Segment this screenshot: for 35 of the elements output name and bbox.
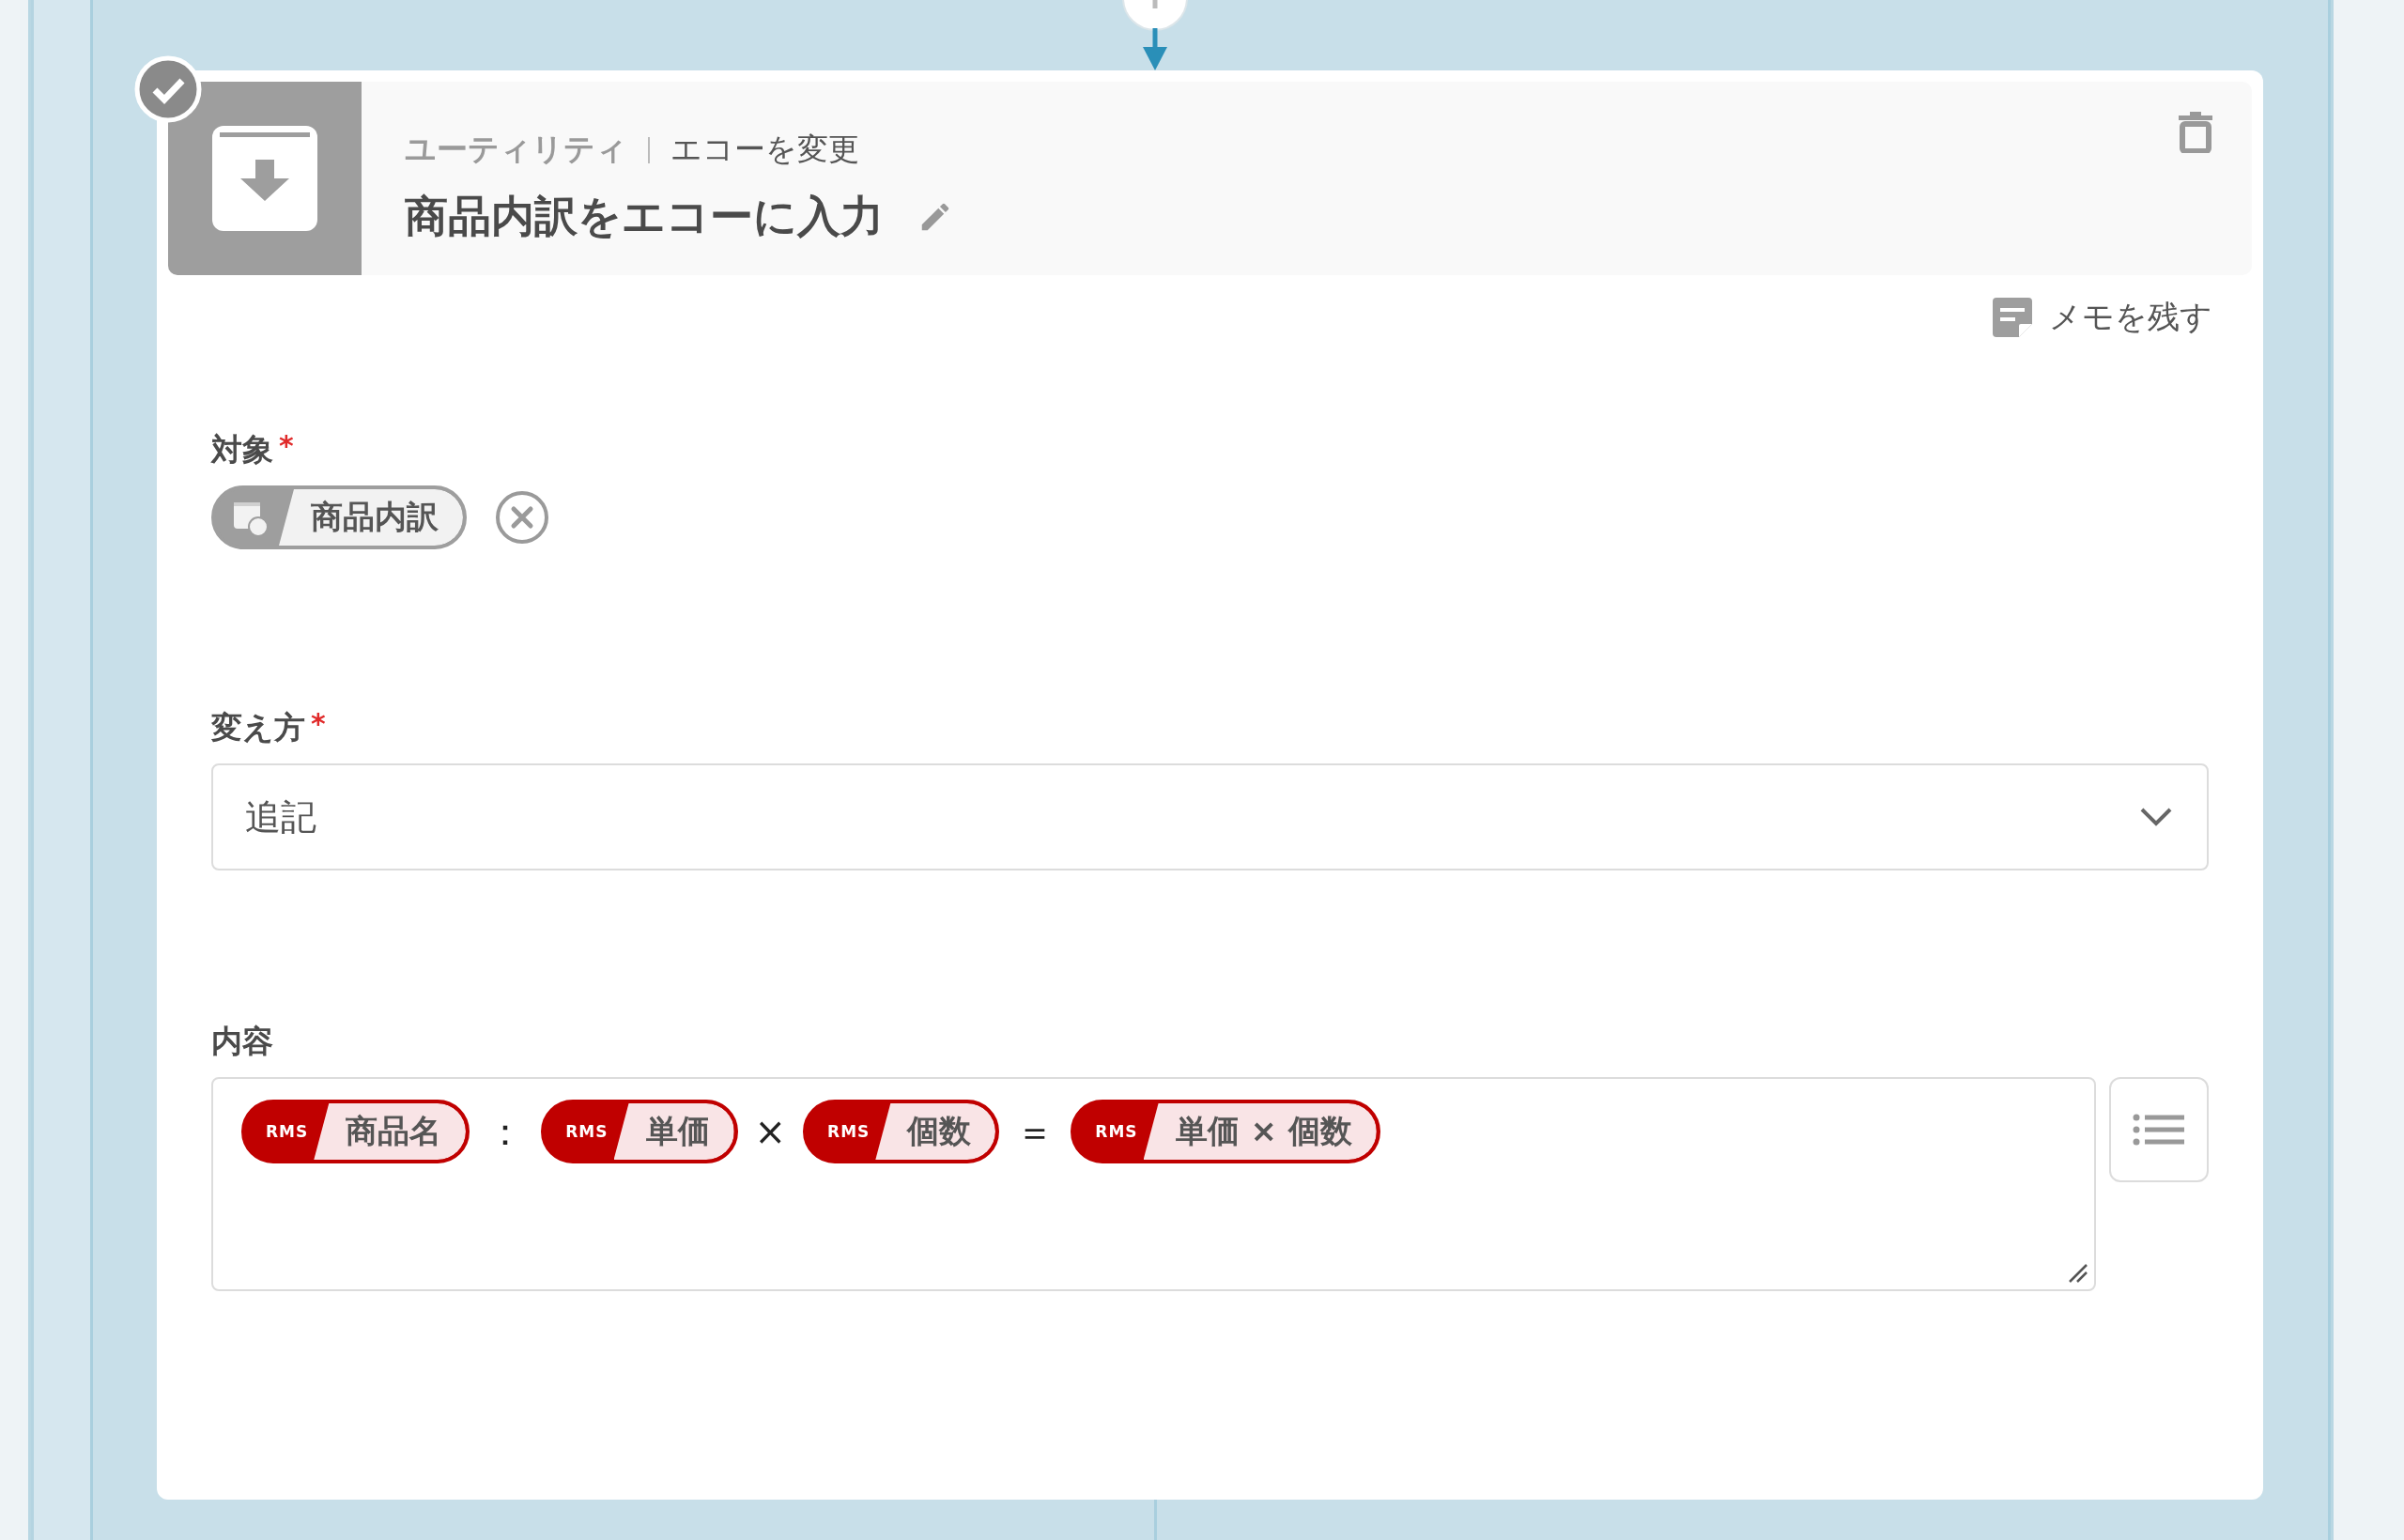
operator-text: ＝ xyxy=(1015,1108,1056,1155)
source-label: RMS xyxy=(1094,1121,1139,1143)
variable-chip[interactable]: RMS 単価 × 個数 xyxy=(1071,1100,1380,1163)
memo-button[interactable]: メモを残す xyxy=(1993,296,2212,339)
chip-label: 単価 × 個数 xyxy=(1143,1103,1377,1160)
source-label: RMS xyxy=(564,1121,609,1143)
select-field[interactable]: 追記 xyxy=(211,763,2209,870)
chip-label: 商品内訳 xyxy=(279,489,463,546)
note-icon xyxy=(1993,298,2032,337)
field-label: 変え方 xyxy=(211,708,305,747)
chip-label: 単価 xyxy=(613,1103,734,1160)
chip-label: 商品名 xyxy=(314,1103,467,1160)
chip-label: 個数 xyxy=(875,1103,996,1160)
trash-icon[interactable] xyxy=(2179,110,2212,153)
operator-text: ： xyxy=(485,1108,526,1155)
field-label: 対象 xyxy=(211,430,273,470)
variable-chip[interactable]: RMS 単価 xyxy=(541,1100,738,1163)
action-text: エコーを変更 xyxy=(670,130,859,169)
source-label: RMS xyxy=(826,1121,871,1143)
variable-chip[interactable]: RMS 個数 xyxy=(803,1100,1000,1163)
operator-text: × xyxy=(753,1110,788,1153)
field-label: 内容 xyxy=(211,1022,273,1061)
required-mark: * xyxy=(279,429,294,462)
resize-handle-icon[interactable] xyxy=(2068,1263,2088,1284)
source-label: RMS xyxy=(265,1121,310,1143)
chevron-down-icon xyxy=(2139,807,2173,827)
required-mark: * xyxy=(311,707,326,740)
variable-chip[interactable]: RMS 商品名 xyxy=(241,1100,470,1163)
category-text: ユーティリティ xyxy=(405,130,627,169)
remove-icon[interactable] xyxy=(495,490,549,545)
list-button[interactable] xyxy=(2109,1077,2209,1182)
list-icon xyxy=(2133,1114,2185,1146)
content-field[interactable]: RMS 商品名 ： RMS 単価 × RMS 個数 ＝ RMS 単価 × 個数 xyxy=(211,1077,2096,1291)
step-title: 商品内訳をエコーに入力 xyxy=(405,190,884,243)
variable-chip[interactable]: 商品内訳 xyxy=(211,485,467,549)
